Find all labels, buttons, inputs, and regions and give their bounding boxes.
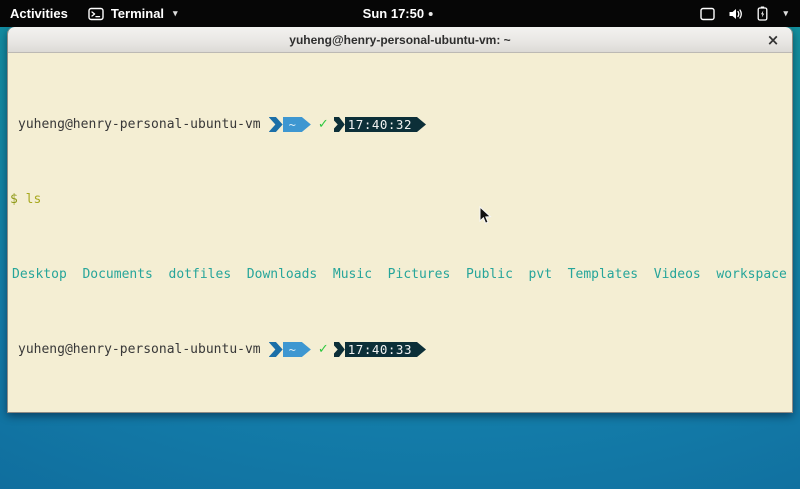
ls-output-line: Desktop Documents dotfiles Downloads Mus… [10,267,790,282]
directory-name: Music [333,267,372,282]
prompt-time: 17:40:33 [345,342,417,357]
directory-name: Pictures [388,267,451,282]
prompt-user-host: yuheng@henry-personal-ubuntu-vm [10,117,261,132]
title-bar[interactable]: yuheng@henry-personal-ubuntu-vm: ~ × [8,27,792,53]
chevron-down-icon: ▾ [173,9,178,18]
command-line: $ ls [10,192,790,207]
powerline-chevron-icon [269,117,283,132]
volume-icon [728,7,744,21]
directory-name: Desktop [12,267,67,282]
clock-button[interactable]: Sun 17:50 [363,0,433,27]
powerline-time-segment: 17:40:32 [334,117,426,132]
powerline-chevron-icon [334,342,345,357]
terminal-icon [88,6,104,22]
cwd-label: ~ [283,342,302,357]
directory-name: Videos [654,267,701,282]
command-text: ls [26,192,42,207]
window-title: yuheng@henry-personal-ubuntu-vm: ~ [289,33,510,47]
chevron-down-icon: ▾ [783,9,788,18]
prompt-time: 17:40:32 [345,117,417,132]
directory-name: dotfiles [169,267,232,282]
prompt-line: yuheng@henry-personal-ubuntu-vm ~ ✓ 17:4… [10,342,790,357]
powerline-time-segment: 17:40:33 [334,342,426,357]
powerline-arrow-icon [302,342,311,357]
directory-name: Downloads [247,267,317,282]
status-check-icon: ✓ [311,117,334,132]
directory-name: workspace [716,267,786,282]
powerline-arrow-icon [302,117,311,132]
directory-name: Templates [568,267,638,282]
terminal-window: yuheng@henry-personal-ubuntu-vm: ~ × yuh… [7,27,793,413]
battery-charging-icon [757,6,768,21]
powerline-cwd-segment: ~ [269,117,311,132]
top-bar: Activities Terminal ▾ Sun 17:50 [0,0,800,27]
directory-name: pvt [529,267,552,282]
app-menu-button[interactable]: Terminal ▾ [78,0,188,27]
mouse-cursor-icon [479,206,492,230]
screen-icon [700,7,715,21]
powerline-chevron-icon [269,342,283,357]
close-button[interactable]: × [763,30,783,50]
prompt-line: yuheng@henry-personal-ubuntu-vm ~ ✓ 17:4… [10,117,790,132]
powerline-arrow-icon [417,342,426,357]
powerline-cwd-segment: ~ [269,342,311,357]
directory-name: Documents [82,267,152,282]
terminal-content[interactable]: yuheng@henry-personal-ubuntu-vm ~ ✓ 17:4… [8,53,792,413]
system-menu-button[interactable]: ▾ [690,0,800,27]
notification-dot-icon [429,12,433,16]
prompt-symbol: $ [10,192,18,207]
cwd-label: ~ [283,117,302,132]
clock-label: Sun 17:50 [363,6,424,21]
app-menu-label: Terminal [111,6,164,21]
prompt-user-host: yuheng@henry-personal-ubuntu-vm [10,342,261,357]
directory-name: Public [466,267,513,282]
status-check-icon: ✓ [311,342,334,357]
powerline-chevron-icon [334,117,345,132]
powerline-arrow-icon [417,117,426,132]
activities-button[interactable]: Activities [0,0,78,27]
